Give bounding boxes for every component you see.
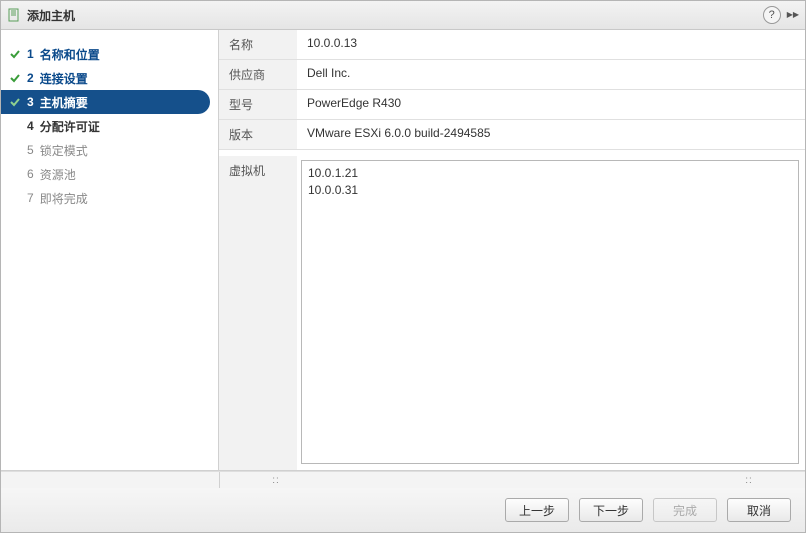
list-item: 10.0.0.31 bbox=[308, 182, 792, 199]
wizard-steps: 1 名称和位置 2 连接设置 3 主机摘要 4 分配许可证 5 锁定模式 6 资源池 7 即将完成 bbox=[1, 30, 219, 470]
splitter-handle-right[interactable]: :: bbox=[693, 472, 805, 488]
row-version: 版本 VMware ESXi 6.0.0 build-2494585 bbox=[219, 120, 805, 150]
check-icon bbox=[9, 96, 21, 108]
cancel-button[interactable]: 取消 bbox=[727, 498, 791, 522]
finish-button: 完成 bbox=[653, 498, 717, 522]
wizard-step-1[interactable]: 1 名称和位置 bbox=[1, 42, 218, 66]
label-version: 版本 bbox=[219, 120, 297, 150]
step-number: 6 bbox=[27, 167, 34, 181]
collapse-icon[interactable]: ▶▶ bbox=[787, 11, 799, 19]
step-label: 分配许可证 bbox=[40, 118, 100, 135]
step-label: 资源池 bbox=[40, 166, 76, 183]
value-version: VMware ESXi 6.0.0 build-2494585 bbox=[297, 120, 805, 150]
wizard-step-7: 7 即将完成 bbox=[1, 186, 218, 210]
host-icon bbox=[7, 8, 21, 22]
step-label: 主机摘要 bbox=[40, 94, 88, 111]
label-name: 名称 bbox=[219, 30, 297, 60]
add-host-dialog: 添加主机 ? ▶▶ 1 名称和位置 2 连接设置 3 主机摘要 4 分配许可证 5 锁定模式 6 资源… bbox=[0, 0, 806, 533]
step-number: 4 bbox=[27, 119, 34, 133]
wizard-step-3[interactable]: 3 主机摘要 bbox=[1, 90, 210, 114]
step-number: 3 bbox=[27, 95, 34, 109]
row-model: 型号 PowerEdge R430 bbox=[219, 90, 805, 120]
row-name: 名称 10.0.0.13 bbox=[219, 30, 805, 60]
summary-table: 名称 10.0.0.13 供应商 Dell Inc. 型号 PowerEdge … bbox=[219, 30, 805, 150]
label-vms: 虚拟机 bbox=[219, 156, 297, 470]
label-vendor: 供应商 bbox=[219, 60, 297, 90]
value-name: 10.0.0.13 bbox=[297, 30, 805, 60]
step-number: 5 bbox=[27, 143, 34, 157]
step-number: 1 bbox=[27, 47, 34, 61]
back-button[interactable]: 上一步 bbox=[505, 498, 569, 522]
label-model: 型号 bbox=[219, 90, 297, 120]
vm-section: 虚拟机 10.0.1.2110.0.0.31 bbox=[219, 150, 805, 470]
vm-list[interactable]: 10.0.1.2110.0.0.31 bbox=[301, 160, 799, 464]
check-icon bbox=[9, 72, 21, 84]
step-number: 7 bbox=[27, 191, 34, 205]
value-model: PowerEdge R430 bbox=[297, 90, 805, 120]
footer: 上一步 下一步 完成 取消 bbox=[1, 488, 805, 532]
step-label: 名称和位置 bbox=[40, 46, 100, 63]
step-label: 锁定模式 bbox=[40, 142, 88, 159]
step-number: 2 bbox=[27, 71, 34, 85]
list-item: 10.0.1.21 bbox=[308, 165, 792, 182]
splitter-handle[interactable]: :: bbox=[220, 472, 332, 488]
row-vendor: 供应商 Dell Inc. bbox=[219, 60, 805, 90]
check-icon bbox=[9, 48, 21, 60]
step-label: 即将完成 bbox=[40, 190, 88, 207]
summary-panel: 名称 10.0.0.13 供应商 Dell Inc. 型号 PowerEdge … bbox=[219, 30, 805, 470]
value-vendor: Dell Inc. bbox=[297, 60, 805, 90]
wizard-step-4: 4 分配许可证 bbox=[1, 114, 218, 138]
titlebar: 添加主机 ? ▶▶ bbox=[1, 1, 805, 30]
wizard-step-2[interactable]: 2 连接设置 bbox=[1, 66, 218, 90]
wizard-step-6: 6 资源池 bbox=[1, 162, 218, 186]
wizard-step-5: 5 锁定模式 bbox=[1, 138, 218, 162]
dialog-title: 添加主机 bbox=[27, 7, 763, 24]
splitter-row: :: :: bbox=[1, 471, 805, 488]
help-icon[interactable]: ? bbox=[763, 6, 781, 24]
next-button[interactable]: 下一步 bbox=[579, 498, 643, 522]
step-label: 连接设置 bbox=[40, 70, 88, 87]
dialog-body: 1 名称和位置 2 连接设置 3 主机摘要 4 分配许可证 5 锁定模式 6 资源池 7 即将完成 名称 … bbox=[1, 30, 805, 532]
